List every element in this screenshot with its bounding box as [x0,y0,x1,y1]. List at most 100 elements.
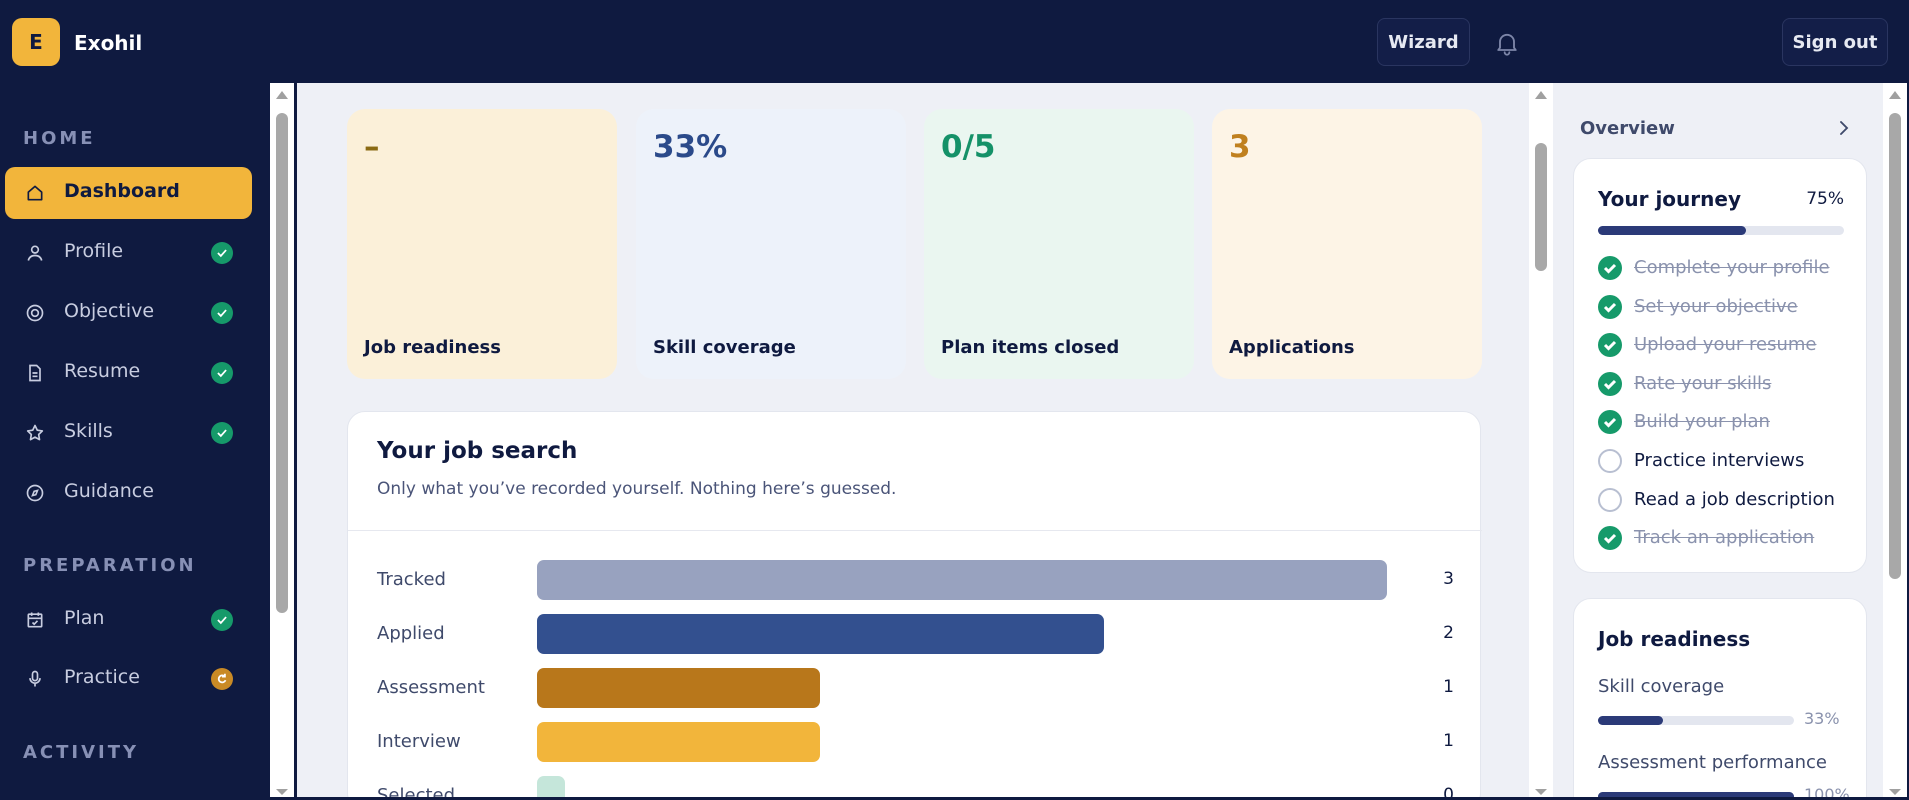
journey-step[interactable]: Upload your resume [1598,331,1858,358]
check-icon [211,609,233,631]
check-circle-icon [1598,256,1622,280]
star-icon [26,424,44,441]
check-circle-icon [1598,526,1622,551]
sidebar-section-activity: ACTIVITY [23,742,140,763]
journey-step-label: Complete your profile [1634,257,1830,278]
journey-title: Your journey [1598,187,1741,211]
sidebar-item-guidance[interactable]: Guidance [5,467,252,519]
journey-step-label: Rate your skills [1634,372,1772,394]
sidebar-item-resume[interactable]: Resume [5,347,252,399]
journey-step-label: Read a job description [1634,488,1835,510]
sidebar-item-label: Resume [64,360,141,382]
scroll-up-icon[interactable] [1535,91,1547,99]
stat-label: Applications [1229,337,1355,358]
sidebar-item-label: Objective [64,300,155,322]
sidebar-item-label: Guidance [64,480,154,502]
sidebar-scrollbar[interactable] [270,83,294,797]
pipeline-row-interview: Interview 1 [348,720,1482,764]
stat-value: 3 [1229,129,1251,165]
overview-title: Overview [1580,118,1675,139]
pipeline-bar [537,776,565,797]
pipeline-label: Assessment [377,677,485,698]
pipeline-row-assessment: Assessment 1 [348,666,1482,710]
journey-step-label: Set your objective [1634,295,1798,317]
journey-step[interactable]: Build your plan [1598,408,1858,435]
job-search-subtitle: Only what you’ve recorded yourself. Noth… [377,479,897,499]
journey-step[interactable]: Practice interviews [1598,447,1858,473]
app-name: Exohil [74,31,143,55]
journey-step[interactable]: Set your objective [1598,293,1858,319]
stat-label: Job readiness [364,337,501,358]
pipeline-count: 3 [1443,569,1454,589]
pipeline-label: Tracked [377,569,446,590]
journey-step-label: Upload your resume [1634,334,1817,356]
main-content: – Job readiness 33% Skill coverage 0/5 P… [297,83,1529,797]
empty-circle-icon [1598,449,1622,473]
main-scrollbar[interactable] [1529,83,1553,797]
journey-step-label: Build your plan [1634,411,1770,433]
check-icon [211,362,233,384]
journey-card: Your journey 75% Complete your profile Se… [1573,158,1867,573]
sidebar-item-label: Skills [64,420,113,442]
stat-card-plan-items: 0/5 Plan items closed [924,109,1194,379]
scroll-down-icon[interactable] [1889,789,1901,795]
metric-percent: 100% [1804,785,1850,797]
document-icon [29,364,41,382]
metric-label: Assessment performance [1598,752,1827,773]
sidebar-item-label: Plan [64,607,105,629]
sidebar-item-objective[interactable]: Objective [5,287,252,339]
sidebar: HOME Dashboard Profile Objective Resume … [3,83,270,797]
pipeline-count: 1 [1443,731,1454,751]
wizard-button[interactable]: Wizard [1377,18,1470,66]
sidebar-item-label: Profile [64,240,124,262]
stat-label: Skill coverage [653,337,796,358]
sidebar-item-practice[interactable]: Practice [5,653,252,705]
journey-step[interactable]: Read a job description [1598,486,1858,512]
stat-value: 33% [653,129,728,165]
sidebar-section-preparation: PREPARATION [23,555,197,576]
pipeline-bar [537,560,1387,600]
compass-icon [26,484,44,502]
pipeline-count: 0 [1443,785,1454,797]
journey-progress-bar [1598,226,1844,235]
check-icon [211,242,233,264]
pipeline-bar [537,722,821,762]
scroll-down-icon[interactable] [276,789,288,795]
bell-icon[interactable] [1493,29,1521,57]
check-circle-icon [1598,333,1622,358]
stat-card-job-readiness: – Job readiness [347,109,617,379]
scroll-up-icon[interactable] [1889,91,1901,99]
job-search-card: Your job search Only what you’ve recorde… [347,411,1482,797]
scrollbar-thumb[interactable] [1535,143,1547,271]
pipeline-row-applied: Applied 2 [348,612,1482,656]
app-logo[interactable]: E [12,18,60,66]
sidebar-item-dashboard[interactable]: Dashboard [5,167,252,219]
journey-step[interactable]: Complete your profile [1598,254,1858,280]
journey-step[interactable]: Track an application [1598,524,1858,551]
user-icon [27,245,43,261]
journey-step[interactable]: Rate your skills [1598,370,1858,396]
pipeline-bar [537,668,821,708]
sidebar-item-skills[interactable]: Skills [5,407,252,459]
stat-label: Plan items closed [941,337,1120,358]
pipeline-label: Selected [377,785,456,797]
scrollbar-thumb[interactable] [276,113,288,613]
target-icon [26,304,44,322]
sidebar-section-home: HOME [23,128,96,149]
calendar-check-icon [27,612,43,628]
metric-label: Skill coverage [1598,676,1725,697]
sidebar-item-profile[interactable]: Profile [5,227,252,279]
journey-percent: 75% [1806,189,1844,209]
overview-scrollbar[interactable] [1883,83,1907,797]
readiness-card: Job readiness Skill coverage 33% Assessm… [1573,598,1867,797]
scroll-up-icon[interactable] [276,91,288,99]
check-circle-icon [1598,294,1622,319]
sidebar-item-plan[interactable]: Plan [5,594,252,646]
top-bar: E Exohil Wizard Sign out [3,3,1907,83]
scrollbar-thumb[interactable] [1889,113,1901,579]
app-window: E Exohil Wizard Sign out HOME Dashboard … [3,3,1907,797]
sign-out-button[interactable]: Sign out [1782,18,1888,66]
scroll-down-icon[interactable] [1535,789,1547,795]
chevron-right-icon[interactable] [1835,119,1853,137]
pipeline-count: 1 [1443,677,1454,697]
